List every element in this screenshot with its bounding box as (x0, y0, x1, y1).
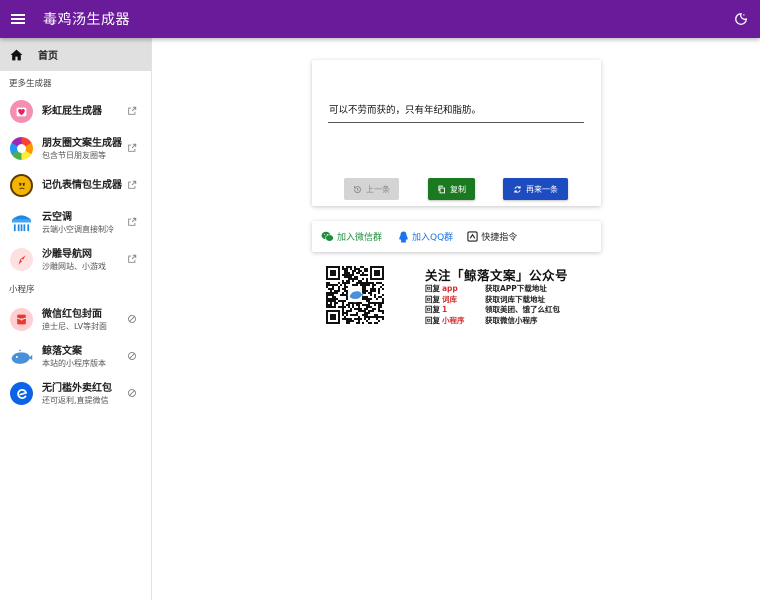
sidebar-item-subtitle: 云端小空调直接制冷 (42, 224, 114, 234)
blocked-icon[interactable] (127, 388, 137, 398)
qr-code (326, 266, 384, 324)
reply-row: 回复 1 领取美团、饿了么红包 (425, 305, 560, 316)
section-more-generators: 更多生成器 (9, 79, 52, 89)
sidebar-item-silly-nav[interactable]: 沙雕导航网 沙雕网站、小游戏 (0, 241, 151, 278)
reply-prefix: 回复 (425, 284, 440, 293)
reply-row: 回复 小程序 获取微信小程序 (425, 316, 560, 327)
sidebar-item-label: 无门槛外卖红包 (42, 382, 112, 394)
menu-icon[interactable] (11, 12, 25, 26)
section-mini-programs: 小程序 (9, 285, 35, 295)
wechat-icon (321, 231, 334, 242)
sidebar-item-grudge-sticker[interactable]: 记仇表情包生成器 (0, 167, 151, 204)
reply-prefix: 回复 (425, 305, 440, 314)
shortcuts-label: 快捷指令 (481, 233, 518, 243)
blocked-icon[interactable] (127, 351, 137, 361)
join-wechat-group-link[interactable]: 加入微信群 (321, 230, 382, 243)
sidebar-item-label: 记仇表情包生成器 (42, 180, 122, 191)
reply-keyword: 小程序 (442, 315, 465, 325)
external-link-icon[interactable] (127, 254, 137, 264)
sidebar-item-subtitle: 沙雕网站、小游戏 (42, 261, 106, 271)
sidebar-item-subtitle: 还可返利,直提微信 (42, 395, 109, 405)
sidebar-item-label: 沙雕导航网 (42, 248, 92, 260)
external-link-icon[interactable] (127, 143, 137, 153)
sidebar-item-label: 云空调 (42, 211, 72, 223)
sidebar-item-label: 首页 (38, 51, 58, 62)
sidebar-item-cloud-ac[interactable]: 云空调 云端小空调直接制冷 (0, 204, 151, 241)
aperture-icon (10, 137, 33, 160)
reply-keyword: 1 (442, 305, 448, 314)
reply-keyword-list: 回复 app 获取APP下载地址 回复 词库 获取词库下载地址 回复 1 领取美团、饿了么红… (425, 284, 560, 326)
sidebar-item-home[interactable]: 首页 (0, 38, 151, 71)
sidebar-item-takeout-coupon[interactable]: 无门槛外卖红包 还可返利,直提微信 (0, 375, 151, 412)
reply-keyword: app (442, 284, 458, 293)
sidebar-item-moments-copy[interactable]: 朋友圈文案生成器 包含节日朋友圈等 (0, 130, 151, 167)
copy-button-label: 复制 (450, 184, 466, 194)
follow-heading: 关注「鲸落文案」公众号 (425, 268, 569, 283)
reply-description: 获取APP下载地址 (485, 284, 547, 293)
shortcut-icon (467, 231, 478, 242)
reply-row: 回复 app 获取APP下载地址 (425, 284, 560, 295)
previous-button-label: 上一条 (366, 184, 390, 194)
qq-penguin-icon (399, 231, 408, 242)
copy-icon (438, 185, 445, 193)
sidebar-item-whale-copy[interactable]: 鲸落文案 本站的小程序版本 (0, 338, 151, 375)
e-logo-icon (10, 382, 33, 405)
copy-button[interactable]: 复制 (428, 178, 475, 200)
sidebar-item-label: 鲸落文案 (42, 345, 82, 357)
sidebar-item-label: 朋友圈文案生成器 (42, 137, 122, 149)
refresh-icon (514, 185, 521, 193)
quote-card: 可以不劳而获的，只有年纪和脂肪。 上一条 复制 再来一条 (312, 60, 601, 206)
reply-row: 回复 词库 获取词库下载地址 (425, 295, 560, 306)
reply-prefix: 回复 (425, 315, 440, 325)
app-title: 毒鸡汤生成器 (43, 12, 130, 28)
whale-icon (10, 345, 33, 368)
blocked-icon[interactable] (127, 314, 137, 324)
join-qq-group-link[interactable]: 加入QQ群 (398, 230, 453, 243)
external-link-icon[interactable] (127, 180, 137, 190)
sidebar-item-rainbow-fart[interactable]: 彩虹屁生成器 (0, 93, 151, 130)
compass-icon (10, 248, 33, 271)
next-button-label: 再来一条 (526, 184, 558, 194)
quote-text: 可以不劳而获的，只有年纪和脂肪。 (328, 102, 584, 123)
reply-description: 获取词库下载地址 (485, 294, 545, 304)
reply-prefix: 回复 (425, 294, 440, 304)
sidebar-item-label: 微信红包封面 (42, 308, 102, 320)
history-icon (354, 185, 361, 193)
sidebar-item-subtitle: 包含节日朋友圈等 (42, 150, 106, 160)
dark-mode-icon[interactable] (734, 12, 748, 26)
sidebar-item-subtitle: 本站的小程序版本 (42, 358, 106, 368)
air-conditioner-icon (10, 211, 33, 234)
external-link-icon[interactable] (127, 106, 137, 116)
red-envelope-icon (10, 308, 33, 331)
angry-face-icon (10, 174, 33, 197)
external-link-icon[interactable] (127, 217, 137, 227)
home-icon (10, 49, 23, 60)
sidebar-item-subtitle: 迪士尼、LV等封面 (42, 321, 108, 331)
sidebar-item-label: 彩虹屁生成器 (42, 106, 102, 117)
previous-button[interactable]: 上一条 (344, 178, 399, 200)
sidebar-item-red-envelope-cover[interactable]: 微信红包封面 迪士尼、LV等封面 (0, 301, 151, 338)
reply-description: 获取微信小程序 (485, 315, 538, 325)
reply-description: 领取美团、饿了么红包 (485, 305, 560, 314)
shortcuts-link[interactable]: 快捷指令 (467, 230, 517, 243)
join-qq-group-label: 加入QQ群 (412, 233, 454, 243)
join-wechat-group-label: 加入微信群 (337, 233, 383, 243)
reply-keyword: 词库 (442, 294, 457, 304)
next-button[interactable]: 再来一条 (503, 178, 568, 200)
sidebar: 首页 更多生成器 彩虹屁生成器 朋友圈文案生成器 包含节日朋友圈等 记仇表情包生成… (0, 38, 152, 600)
links-card: 加入微信群 加入QQ群 快捷指令 (312, 221, 601, 252)
heart-icon (10, 100, 33, 123)
app-bar: 毒鸡汤生成器 (0, 0, 760, 38)
